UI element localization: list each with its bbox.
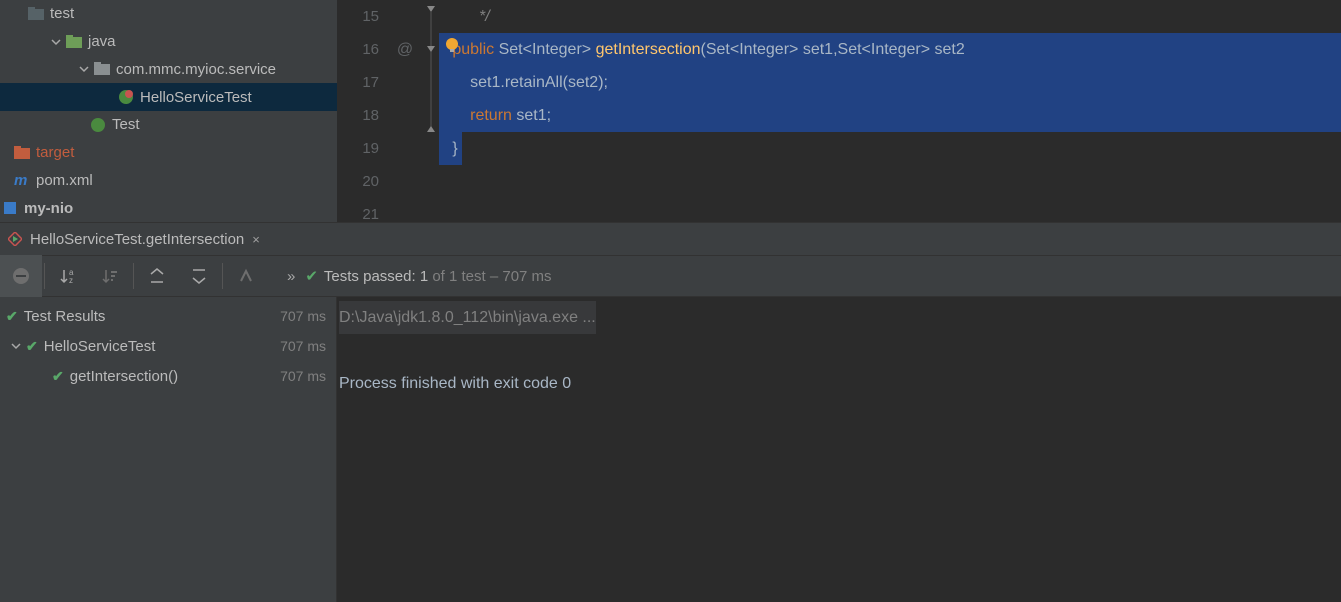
tree-item-pom[interactable]: m pom.xml xyxy=(0,167,337,195)
console-exit-line: Process finished with exit code 0 xyxy=(339,367,1339,400)
console-command: D:\Java\jdk1.8.0_112\bin\java.exe ... xyxy=(339,301,596,334)
svg-text:m: m xyxy=(14,172,27,188)
console-output[interactable]: D:\Java\jdk1.8.0_112\bin\java.exe ... Pr… xyxy=(337,297,1341,602)
collapse-all-button[interactable] xyxy=(178,255,220,297)
tree-item-helloservicetest[interactable]: HelloServiceTest xyxy=(0,83,337,111)
hide-passed-button[interactable] xyxy=(0,255,42,297)
test-method[interactable]: ✔ getIntersection() 707 ms xyxy=(0,361,336,391)
fold-column[interactable] xyxy=(423,0,439,222)
folder-icon xyxy=(14,145,30,161)
tree-label: pom.xml xyxy=(36,172,93,189)
folder-icon xyxy=(66,34,82,50)
test-toolbar: az » ✔ Tests passed: 1 of 1 test – 707 m… xyxy=(0,255,1341,297)
test-time: 707 ms xyxy=(280,338,326,354)
tree-label: java xyxy=(88,33,116,50)
line-number: 20 xyxy=(337,165,379,198)
check-icon: ✔ xyxy=(26,338,38,355)
project-tree[interactable]: test java com.mmc.myioc.service HelloSer… xyxy=(0,0,337,222)
code-line xyxy=(439,165,1341,198)
override-icon[interactable]: @ xyxy=(387,33,423,66)
tree-item-test-class[interactable]: Test xyxy=(0,111,337,139)
chevron-down-icon xyxy=(10,340,22,352)
line-number: 15 xyxy=(337,0,379,33)
chevron-down-icon xyxy=(50,36,62,48)
tree-item-test[interactable]: test xyxy=(0,0,337,28)
code-editor[interactable]: 15 16 17 18 19 20 21 @ xyxy=(337,0,1341,222)
line-number: 17 xyxy=(337,66,379,99)
maven-icon: m xyxy=(14,172,30,188)
test-status: ✔ Tests passed: 1 of 1 test – 707 ms xyxy=(305,267,551,285)
tree-label: target xyxy=(36,144,74,161)
sort-duration-button[interactable] xyxy=(89,255,131,297)
test-class-label: HelloServiceTest xyxy=(44,338,280,355)
tree-item-java[interactable]: java xyxy=(0,28,337,56)
line-number: 16 xyxy=(337,33,379,66)
separator xyxy=(222,263,223,289)
test-time: 707 ms xyxy=(280,368,326,384)
tree-item-my-nio[interactable]: my-nio xyxy=(0,194,337,222)
line-number: 19 xyxy=(337,132,379,165)
prev-test-button[interactable] xyxy=(225,255,267,297)
intention-bulb-icon[interactable] xyxy=(444,37,460,53)
check-icon: ✔ xyxy=(52,368,64,385)
separator xyxy=(44,263,45,289)
separator xyxy=(133,263,134,289)
tree-label: com.mmc.myioc.service xyxy=(116,61,276,78)
svg-text:z: z xyxy=(69,276,73,285)
close-icon[interactable]: × xyxy=(252,232,260,247)
code-line: public Set<Integer> getIntersection(Set<… xyxy=(439,33,1341,66)
code-line xyxy=(439,198,1341,231)
line-number: 18 xyxy=(337,99,379,132)
class-icon xyxy=(118,89,134,105)
chevron-down-icon xyxy=(78,63,90,75)
test-method-label: getIntersection() xyxy=(70,368,280,385)
package-icon xyxy=(94,61,110,77)
test-root[interactable]: ✔ Test Results 707 ms xyxy=(0,301,336,331)
code-line: } xyxy=(439,132,1341,165)
tree-item-package[interactable]: com.mmc.myioc.service xyxy=(0,56,337,84)
check-icon: ✔ xyxy=(6,308,18,325)
sort-button[interactable]: az xyxy=(47,255,89,297)
tree-label: HelloServiceTest xyxy=(140,89,252,106)
code-line: return set1; xyxy=(439,99,1341,132)
tree-label: test xyxy=(50,5,74,22)
expand-all-button[interactable] xyxy=(136,255,178,297)
class-icon xyxy=(90,117,106,133)
annotation-gutter: @ xyxy=(387,0,423,222)
test-results-tree[interactable]: ✔ Test Results 707 ms ✔ HelloServiceTest… xyxy=(0,297,337,602)
tree-label: Test xyxy=(112,116,140,133)
test-root-label: Test Results xyxy=(24,308,280,325)
code-area[interactable]: */ public Set<Integer> getIntersection(S… xyxy=(439,0,1341,222)
code-line: */ xyxy=(439,0,1341,33)
run-config-icon xyxy=(8,232,22,246)
code-line: set1.retainAll(set2); xyxy=(439,66,1341,99)
test-class[interactable]: ✔ HelloServiceTest 707 ms xyxy=(0,331,336,361)
test-time: 707 ms xyxy=(280,308,326,324)
tree-label: my-nio xyxy=(24,200,73,217)
line-gutter: 15 16 17 18 19 20 21 xyxy=(337,0,387,222)
tree-item-target[interactable]: target xyxy=(0,139,337,167)
check-icon: ✔ xyxy=(305,267,318,285)
more-icon[interactable]: » xyxy=(287,268,295,285)
run-tab-label[interactable]: HelloServiceTest.getIntersection xyxy=(30,231,244,248)
module-icon xyxy=(2,200,18,216)
line-number: 21 xyxy=(337,198,379,231)
folder-icon xyxy=(28,6,44,22)
